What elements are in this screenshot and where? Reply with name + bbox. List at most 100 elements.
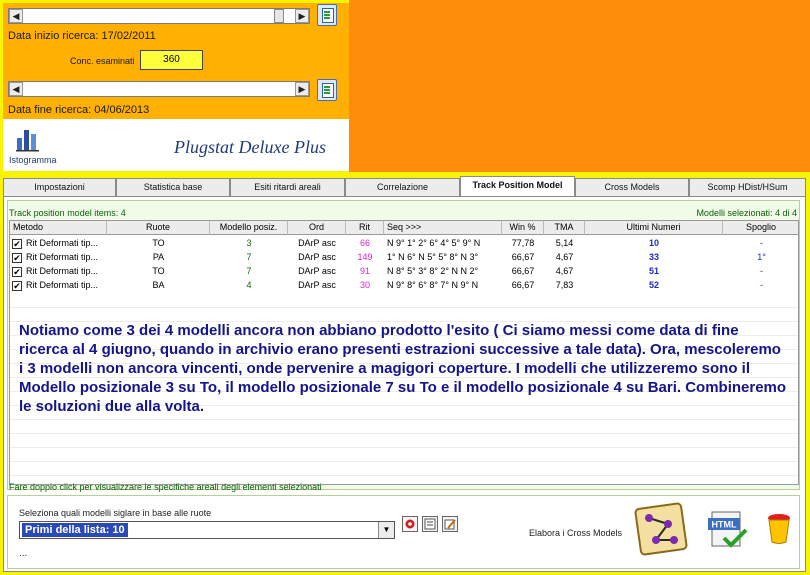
cell-ord: DArP asc — [298, 280, 336, 290]
col-spoglio[interactable]: Spoglio — [723, 221, 798, 235]
cell-rit: 30 — [359, 280, 370, 290]
col-ruote[interactable]: Ruote — [107, 221, 210, 235]
cell-win: 77,78 — [511, 238, 535, 248]
date-range-panel: ◀ ▶ Data inizio ricerca: 17/02/2011 Conc… — [3, 3, 349, 119]
tab-esiti-ritardi-areali[interactable]: Esiti ritardi areali — [230, 178, 345, 196]
cell-seq: 1° N 6° N 5° 5° 8° N 3° — [387, 252, 479, 262]
calendar-doc-icon[interactable] — [317, 79, 337, 101]
cell-spoglio: - — [760, 238, 763, 248]
cell-rit: 149 — [357, 252, 373, 262]
col-ultimi[interactable]: Ultimi Numeri — [585, 221, 723, 235]
bottom-controls: Seleziona quali modelli siglare in base … — [7, 495, 800, 569]
table-row[interactable]: ✔ Rit Deformati tip... TO 7 DArP asc 91 … — [10, 265, 798, 279]
table-row[interactable]: ✔ Rit Deformati tip... TO 3 DArP asc 66 … — [10, 237, 798, 251]
tab-scomp-hdist-hsum[interactable]: Scomp HDist/HSum — [689, 178, 806, 196]
cell-modello: 4 — [246, 280, 252, 290]
histogram-label: Istogramma — [9, 155, 57, 165]
row-checkbox[interactable]: ✔ — [12, 239, 22, 249]
cell-spoglio: 1° — [757, 252, 766, 262]
slider-thumb[interactable] — [274, 9, 284, 23]
cell-spoglio: - — [760, 266, 763, 276]
cell-win: 66,67 — [511, 252, 535, 262]
cell-modello: 3 — [246, 238, 252, 248]
items-count: Track position model items: 4 — [9, 208, 126, 218]
cell-ultimi: 52 — [648, 280, 659, 290]
row-checkbox[interactable]: ✔ — [12, 253, 22, 263]
end-date-label: Data fine ricerca: 04/06/2013 — [8, 104, 150, 116]
cell-win: 66,67 — [511, 280, 535, 290]
col-seq[interactable]: Seq >>> — [384, 221, 502, 235]
clear-bin-icon[interactable] — [764, 512, 794, 546]
slider-left-arrow[interactable]: ◀ — [9, 9, 23, 23]
more-dots[interactable]: ... — [19, 548, 27, 559]
cell-rit: 91 — [359, 266, 370, 276]
slider-left-arrow[interactable]: ◀ — [9, 82, 23, 96]
cell-metodo: Rit Deformati tip... — [26, 266, 99, 276]
cell-seq: N 9° 1° 2° 6° 4° 5° 9° N — [387, 238, 481, 248]
cell-ultimi: 51 — [648, 266, 659, 276]
slider-right-arrow[interactable]: ▶ — [295, 82, 309, 96]
cell-ruote: PA — [152, 252, 165, 262]
col-modello[interactable]: Modello posiz. — [210, 221, 288, 235]
tab-impostazioni[interactable]: Impostazioni — [3, 178, 116, 196]
grid-header-row: Metodo Ruote Modello posiz. Ord Rit Seq … — [10, 221, 798, 235]
tab-bar: Impostazioni Statistica base Esiti ritar… — [3, 176, 806, 196]
cell-modello: 7 — [246, 252, 252, 262]
col-win[interactable]: Win % — [502, 221, 544, 235]
cell-tma: 7,83 — [555, 280, 574, 290]
cell-ultimi: 10 — [648, 238, 659, 248]
cell-tma: 4,67 — [555, 252, 574, 262]
row-checkbox[interactable]: ✔ — [12, 267, 22, 277]
tab-correlazione[interactable]: Correlazione — [345, 178, 460, 196]
slider-right-arrow[interactable]: ▶ — [295, 9, 309, 23]
row-checkbox[interactable]: ✔ — [12, 281, 22, 291]
brand-area: Istogramma Plugstat Deluxe Plus — [3, 119, 349, 171]
cell-metodo: Rit Deformati tip... — [26, 252, 99, 262]
col-ord[interactable]: Ord — [288, 221, 346, 235]
list-doc-icon[interactable] — [422, 516, 438, 532]
models-combo[interactable]: Primi della lista: 10 ▼ — [19, 521, 395, 539]
annotation-text: Notiamo come 3 dei 4 modelli ancora non … — [19, 322, 787, 415]
histogram-icon[interactable] — [15, 124, 41, 152]
tab-cross-models[interactable]: Cross Models — [575, 178, 689, 196]
elabora-label: Elabora i Cross Models — [529, 528, 623, 538]
col-tma[interactable]: TMA — [544, 221, 585, 235]
start-date-slider[interactable]: ◀ ▶ — [8, 8, 310, 24]
cell-win: 66,67 — [511, 266, 535, 276]
edit-icon[interactable] — [442, 516, 458, 532]
cell-ruote: TO — [152, 238, 165, 248]
combo-value: Primi della lista: 10 — [22, 523, 128, 537]
cell-tma: 4,67 — [555, 266, 574, 276]
gear-red-icon[interactable] — [402, 516, 418, 532]
col-rit[interactable]: Rit — [346, 221, 384, 235]
tab-statistica-base[interactable]: Statistica base — [116, 178, 230, 196]
cell-ord: DArP asc — [298, 252, 336, 262]
tab-track-position-model[interactable]: Track Position Model — [460, 176, 575, 196]
conc-label: Conc. esaminati — [70, 56, 135, 66]
cell-ord: DArP asc — [298, 266, 336, 276]
cell-ruote: TO — [152, 266, 165, 276]
col-metodo[interactable]: Metodo — [10, 221, 107, 235]
chevron-down-icon[interactable]: ▼ — [378, 522, 394, 538]
status-hint: Fare doppio click per visualizzare le sp… — [9, 482, 322, 492]
conc-value-field[interactable]: 360 — [140, 50, 203, 70]
cell-metodo: Rit Deformati tip... — [26, 280, 99, 290]
cross-models-button-icon[interactable] — [634, 502, 688, 556]
svg-text:HTML: HTML — [712, 520, 737, 530]
start-date-label: Data inizio ricerca: 17/02/2011 — [8, 30, 156, 42]
cell-ord: DArP asc — [298, 238, 336, 248]
cell-ruote: BA — [152, 280, 165, 290]
selected-count: Modelli selezionati: 4 di 4 — [696, 208, 797, 218]
track-position-panel: Track position model items: 4 Modelli se… — [3, 196, 806, 572]
app-title: Plugstat Deluxe Plus — [174, 137, 326, 157]
select-label: Seleziona quali modelli siglare in base … — [19, 508, 212, 518]
cell-spoglio: - — [760, 280, 763, 290]
cell-modello: 7 — [246, 266, 252, 276]
end-date-slider[interactable]: ◀ ▶ — [8, 81, 310, 97]
table-row[interactable]: ✔ Rit Deformati tip... BA 4 DArP asc 30 … — [10, 279, 798, 293]
cell-rit: 66 — [359, 238, 370, 248]
table-row[interactable]: ✔ Rit Deformati tip... PA 7 DArP asc 149… — [10, 251, 798, 265]
cell-metodo: Rit Deformati tip... — [26, 238, 99, 248]
html-export-icon[interactable]: HTML — [708, 510, 748, 550]
calendar-doc-icon[interactable] — [317, 4, 337, 26]
